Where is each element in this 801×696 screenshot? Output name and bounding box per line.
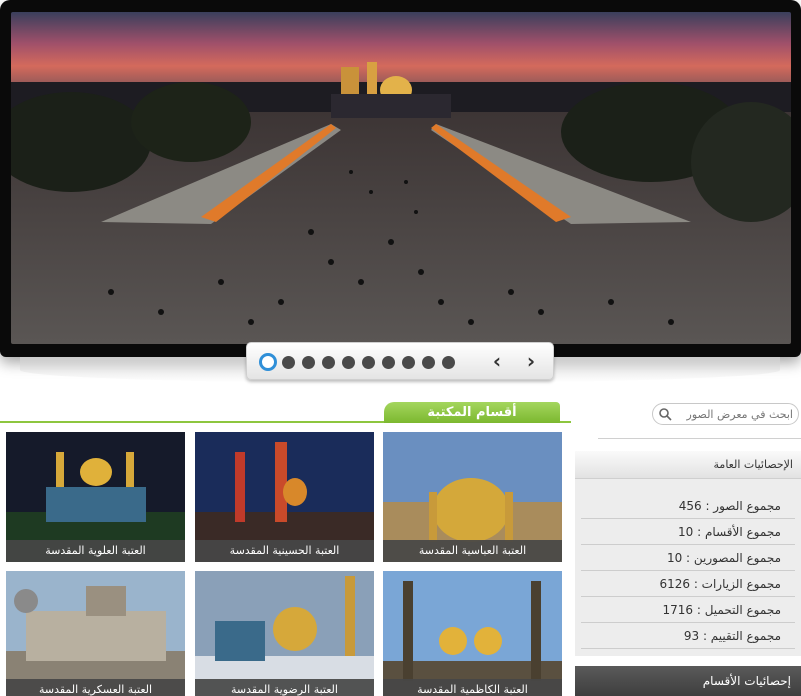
next-slide-button[interactable]: › — [519, 349, 543, 373]
slide-dot[interactable] — [302, 355, 315, 369]
search-input[interactable] — [675, 406, 793, 422]
library-card[interactable]: العتبة العسكرية المقدسة — [6, 571, 185, 696]
prev-slide-button[interactable]: ‹ — [485, 349, 509, 373]
library-card-caption: العتبة العباسية المقدسة — [383, 540, 562, 562]
library-card[interactable]: العتبة الرضوية المقدسة — [195, 571, 374, 696]
stat-value: 6126 — [659, 577, 690, 591]
sidebar-divider — [598, 438, 801, 439]
slide-dot[interactable] — [442, 355, 455, 369]
slide-dot[interactable] — [402, 355, 415, 369]
gallery-page: ‹ › أقسام المكتبة العتبة العباسية المقدس… — [0, 0, 801, 696]
library-card[interactable]: العتبة العلوية المقدسة — [6, 432, 185, 562]
stat-label: مجموع التحميل : — [696, 603, 781, 617]
library-sections-title: أقسام المكتبة — [384, 402, 560, 423]
stat-row: مجموع التحميل : 1716 — [581, 597, 795, 623]
stat-label: مجموع التقييم : — [702, 629, 781, 643]
general-stats-panel: الإحصائيات العامة مجموع الصور : 456 مجمو… — [575, 451, 801, 656]
slider-frame — [0, 0, 801, 357]
library-card-caption: العتبة الرضوية المقدسة — [195, 679, 374, 696]
general-stats-title: الإحصائيات العامة — [575, 451, 801, 479]
stat-value: 10 — [666, 551, 683, 565]
slide-dot[interactable] — [322, 355, 335, 369]
stat-label: مجموع المصورين : — [686, 551, 781, 565]
library-card-caption: العتبة العسكرية المقدسة — [6, 679, 185, 696]
slide-dot[interactable] — [342, 355, 355, 369]
stat-value: 456 — [678, 499, 702, 513]
slide-dot[interactable] — [422, 355, 435, 369]
slide-dots — [259, 353, 462, 371]
stat-value: 1716 — [662, 603, 694, 617]
library-card[interactable]: العتبة العباسية المقدسة — [383, 432, 562, 562]
stat-row: مجموع التقييم : 93 — [581, 623, 795, 649]
stat-row: مجموع المصورين : 10 — [581, 545, 795, 571]
category-stats-title[interactable]: إحصائيات الأقسام — [575, 666, 801, 696]
library-card-caption: العتبة العلوية المقدسة — [6, 540, 185, 562]
stat-label: مجموع الزيارات : — [693, 577, 781, 591]
stat-row: مجموع الصور : 456 — [581, 493, 795, 519]
library-card-caption: العتبة الحسينية المقدسة — [195, 540, 374, 562]
stat-value: 10 — [678, 525, 694, 539]
stat-value: 93 — [683, 629, 700, 643]
library-card[interactable]: العتبة الحسينية المقدسة — [195, 432, 374, 562]
stat-row: مجموع الأقسام : 10 — [581, 519, 795, 545]
library-card[interactable]: العتبة الكاظمية المقدسة — [383, 571, 562, 696]
stat-label: مجموع الأقسام : — [697, 525, 781, 539]
search-icon[interactable] — [658, 407, 672, 421]
slider-controls: ‹ › — [246, 342, 554, 380]
slide-dot[interactable] — [382, 355, 395, 369]
stat-label: مجموع الصور : — [705, 499, 781, 513]
slide-dot[interactable] — [282, 355, 295, 369]
slide-dot[interactable] — [362, 355, 375, 369]
slide-image[interactable] — [11, 12, 791, 344]
library-card-caption: العتبة الكاظمية المقدسة — [383, 679, 562, 696]
stat-row: مجموع الزيارات : 6126 — [581, 571, 795, 597]
gallery-search — [652, 403, 799, 425]
slide-dot[interactable] — [259, 353, 277, 371]
